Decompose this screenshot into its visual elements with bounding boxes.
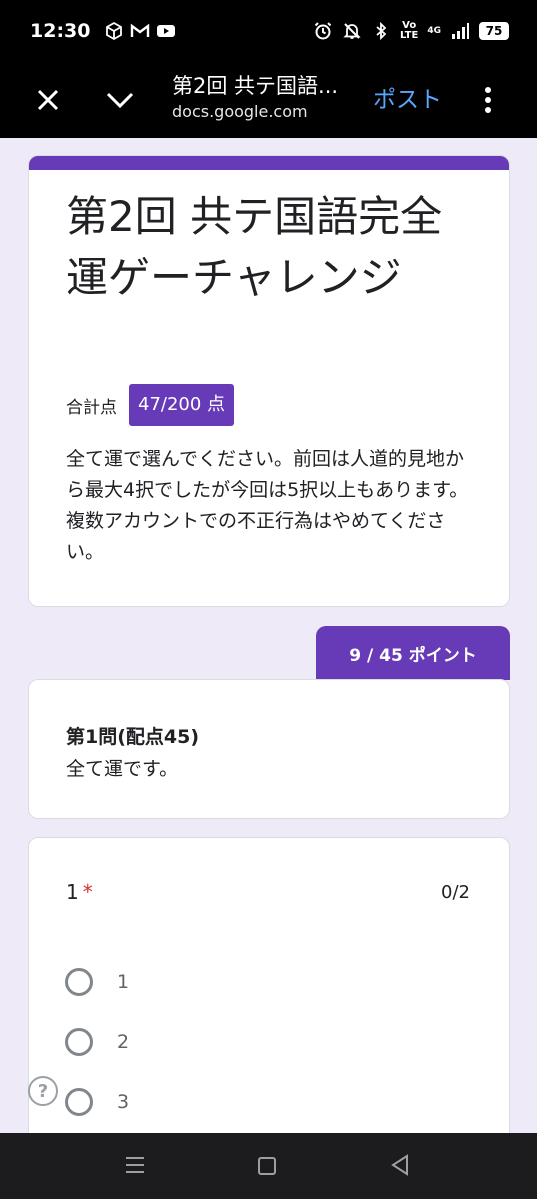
radio-button[interactable] xyxy=(65,968,93,996)
more-options-button[interactable] xyxy=(474,80,502,120)
page-url: docs.google.com xyxy=(172,102,308,121)
form-title: 第2回 共テ国語完全運ゲーチャレンジ xyxy=(66,192,443,302)
form-header-card: 第2回 共テ国語完全運ゲーチャレンジ 合計点 47/200 点 全て運で選んでく… xyxy=(28,155,510,607)
close-icon xyxy=(37,89,59,111)
form-description: 全て運で選んでください。前回は人道的見地から最大4択でしたが今回は5択以上もあり… xyxy=(66,448,469,563)
section-title: 第1問(配点45) xyxy=(66,726,200,748)
recent-apps-icon[interactable] xyxy=(124,1155,146,1175)
more-vert-icon xyxy=(485,87,491,113)
section-card: 第1問(配点45) 全て運です。 xyxy=(28,679,510,819)
close-button[interactable] xyxy=(28,80,68,120)
option-label: 1 xyxy=(117,971,130,993)
volte-indicator: Vo LTE xyxy=(399,20,419,41)
question-card: 1 * 0/2 1 2 3 xyxy=(28,837,510,1133)
section-description: 全て運です。 xyxy=(66,758,179,780)
alarm-icon xyxy=(314,22,332,40)
signal-icon xyxy=(452,23,469,39)
system-nav-bar xyxy=(0,1133,537,1199)
radio-button[interactable] xyxy=(65,1028,93,1056)
package-icon xyxy=(106,21,123,41)
back-icon[interactable] xyxy=(390,1154,410,1176)
home-icon[interactable] xyxy=(258,1157,276,1175)
chevron-down-icon xyxy=(106,92,134,109)
help-icon: ? xyxy=(37,1080,49,1102)
collapse-button[interactable] xyxy=(100,80,140,120)
app-bar: 第2回 共テ国語... docs.google.com ポスト xyxy=(0,62,537,138)
option-item[interactable]: 1 xyxy=(65,968,129,996)
header-accent-bar xyxy=(29,156,509,170)
network-type: 4G xyxy=(427,26,441,36)
gmail-icon xyxy=(131,23,150,37)
help-button[interactable]: ? xyxy=(28,1076,58,1106)
bluetooth-icon xyxy=(376,21,387,41)
total-score-row: 合計点 47/200 点 xyxy=(66,384,235,426)
battery-icon: 75 xyxy=(479,22,509,40)
post-button[interactable]: ポスト xyxy=(373,80,442,114)
status-bar: 12:30 Vo LTE 4G 75 xyxy=(0,0,537,62)
youtube-icon xyxy=(157,25,176,37)
system-icons: Vo LTE 4G 75 xyxy=(313,21,509,41)
mute-icon xyxy=(343,23,361,39)
option-item[interactable]: 2 xyxy=(65,1028,129,1056)
required-mark: * xyxy=(82,880,93,904)
option-label: 3 xyxy=(117,1091,130,1113)
total-score-badge: 47/200 点 xyxy=(129,384,235,426)
question-number: 1 xyxy=(66,880,79,904)
section-points-tab: 9 / 45 ポイント xyxy=(316,626,510,680)
total-score-label: 合計点 xyxy=(66,397,117,418)
form-content[interactable]: 第2回 共テ国語完全運ゲーチャレンジ 合計点 47/200 点 全て運で選んでく… xyxy=(0,138,537,1133)
notification-icons xyxy=(104,21,176,41)
option-label: 2 xyxy=(117,1031,130,1053)
question-score: 0/2 xyxy=(441,882,470,903)
option-item[interactable]: 3 xyxy=(65,1088,129,1116)
page-title: 第2回 共テ国語... xyxy=(172,74,339,98)
status-time: 12:30 xyxy=(30,20,91,42)
question-title: 1 * xyxy=(66,880,93,904)
radio-button[interactable] xyxy=(65,1088,93,1116)
